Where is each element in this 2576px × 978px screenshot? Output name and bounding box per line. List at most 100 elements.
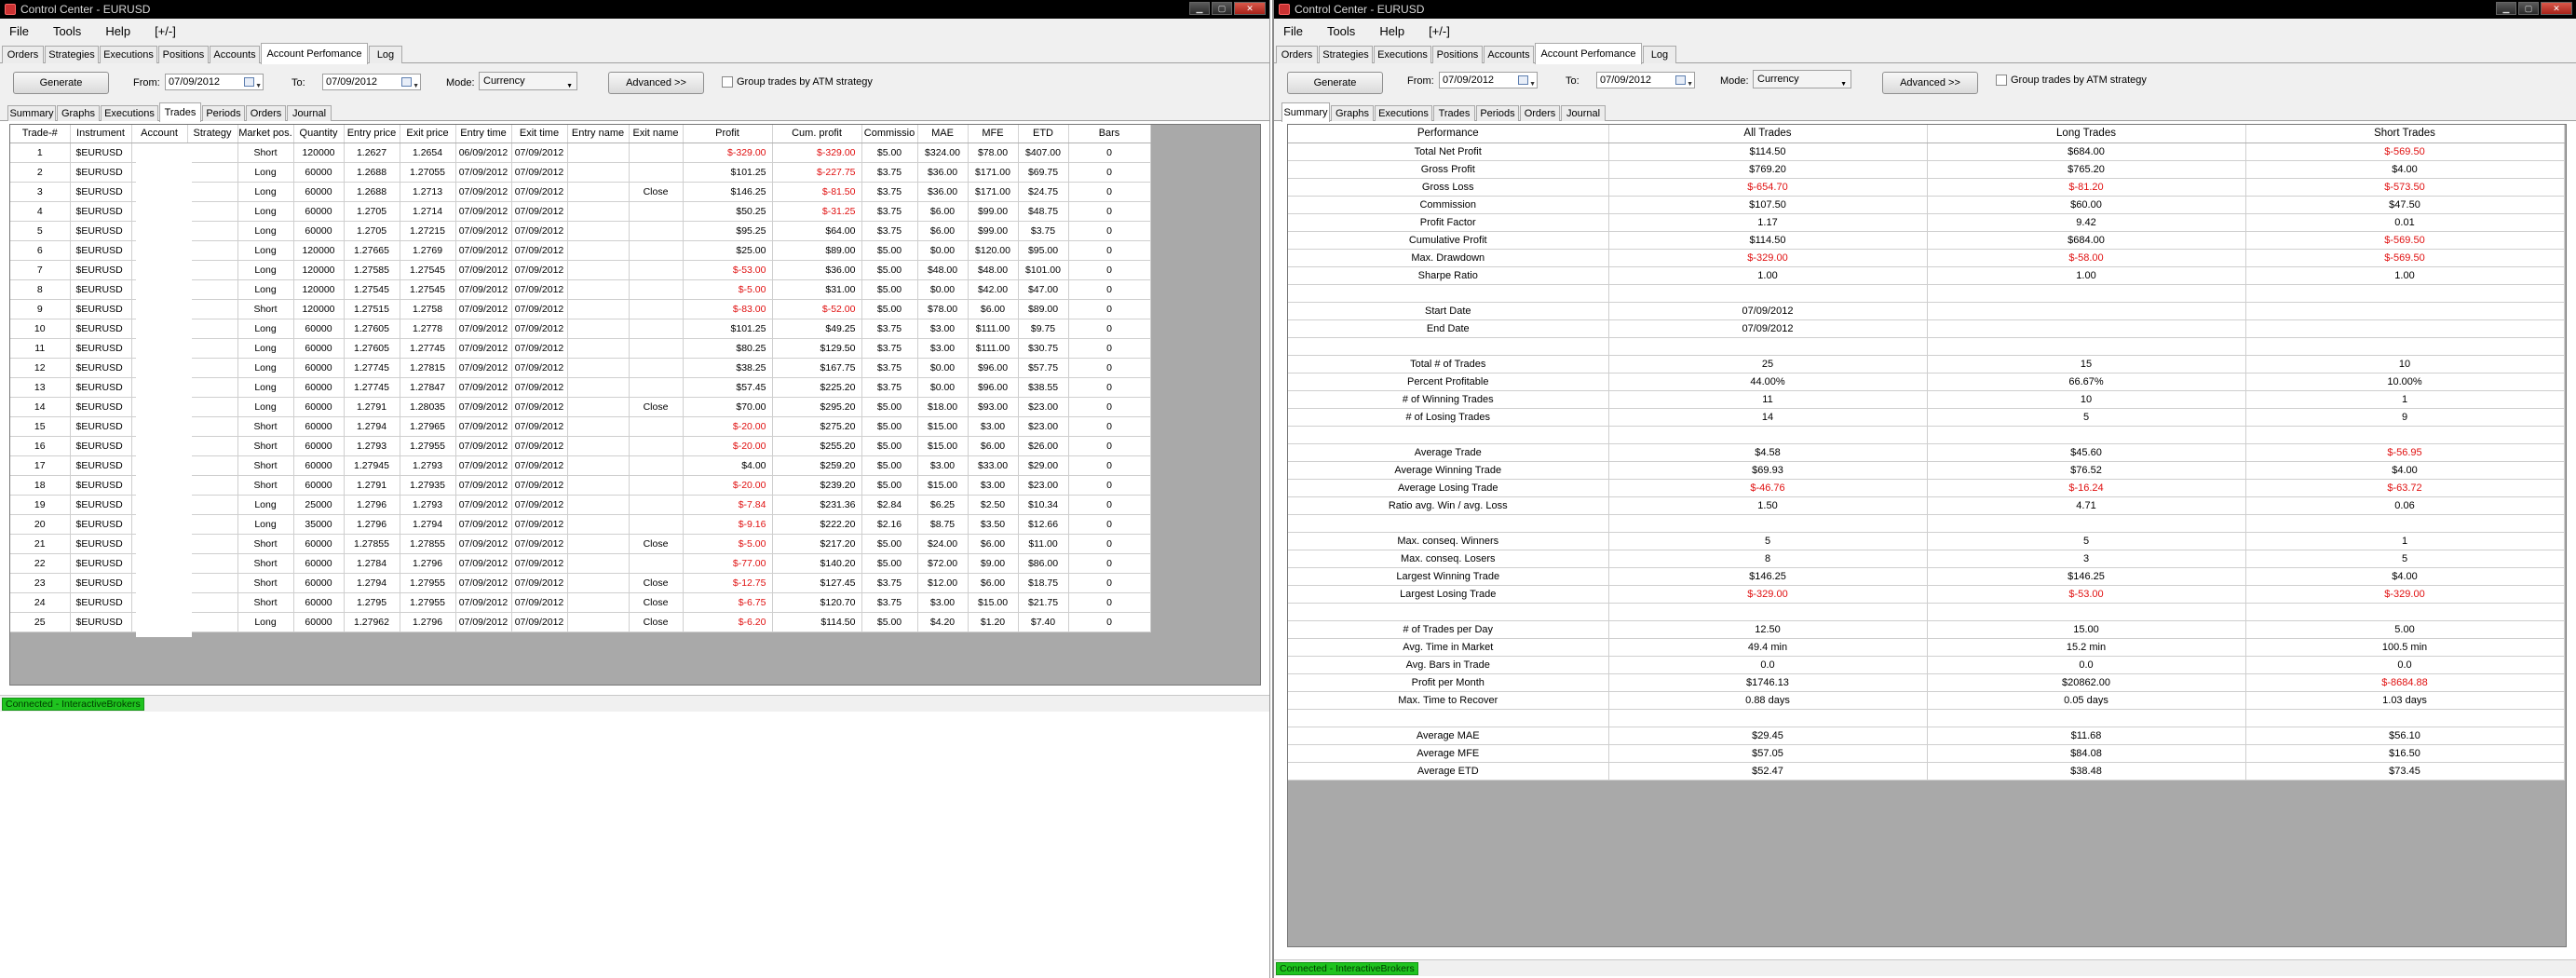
table-cell — [187, 377, 238, 398]
menu-toggle[interactable]: [+/-] — [155, 24, 176, 38]
minimize-icon[interactable]: ▁ — [1189, 2, 1210, 15]
column-header[interactable]: Exit name — [629, 125, 684, 143]
column-header[interactable]: Short Trades — [2245, 125, 2565, 143]
advanced-button[interactable]: Advanced >> — [1882, 72, 1978, 94]
tab-accounts[interactable]: Accounts — [1484, 46, 1534, 63]
tab-orders[interactable]: Orders — [2, 46, 44, 63]
subtab-graphs[interactable]: Graphs — [1331, 105, 1374, 121]
subtab-executions[interactable]: Executions — [101, 105, 158, 121]
table-cell: 1.27545 — [344, 279, 400, 300]
tab-strategies[interactable]: Strategies — [45, 46, 99, 63]
tab-positions[interactable]: Positions — [158, 46, 209, 63]
subtab-journal[interactable]: Journal — [1561, 105, 1606, 121]
table-row: Max. conseq. Winners 5 5 1 — [1288, 532, 2565, 550]
group-atm-label: Group trades by ATM strategy — [737, 76, 873, 88]
metric-value: $-8684.88 — [2245, 673, 2565, 692]
group-atm-checkbox[interactable] — [1996, 75, 2007, 86]
tab-executions[interactable]: Executions — [1374, 46, 1431, 63]
close-icon[interactable]: ✕ — [1234, 2, 1266, 15]
menu-toggle[interactable]: [+/-] — [1429, 24, 1450, 38]
to-date-picker[interactable]: 07/09/2012 ▼ — [322, 74, 421, 90]
group-atm-checkbox[interactable] — [722, 76, 733, 88]
subtab-summary[interactable]: Summary — [7, 105, 56, 121]
mode-select[interactable]: Currency ▼ — [479, 72, 577, 90]
close-icon[interactable]: ✕ — [2541, 2, 2572, 15]
menu-help[interactable]: Help — [105, 24, 130, 38]
subtab-orders[interactable]: Orders — [1520, 105, 1560, 121]
minimize-icon[interactable]: ▁ — [2496, 2, 2516, 15]
column-header[interactable]: Bars — [1068, 125, 1151, 143]
tab-account-performance[interactable]: Account Perfomance — [261, 43, 368, 64]
column-header[interactable]: MFE — [968, 125, 1019, 143]
tab-account-performance[interactable]: Account Perfomance — [1535, 43, 1642, 64]
subtab-trades[interactable]: Trades — [159, 102, 201, 122]
summary-grid[interactable]: Performance All Trades Long Trades Short Tr… — [1287, 124, 2567, 947]
column-header[interactable]: Strategy — [187, 125, 238, 143]
tab-executions[interactable]: Executions — [100, 46, 157, 63]
subtab-journal[interactable]: Journal — [287, 105, 332, 121]
column-header[interactable]: Entry time — [455, 125, 512, 143]
mode-select[interactable]: Currency ▼ — [1753, 70, 1851, 88]
advanced-button[interactable]: Advanced >> — [608, 72, 704, 94]
metric-value: $-46.76 — [1608, 479, 1928, 497]
metric-value: $4.58 — [1608, 443, 1928, 462]
column-header[interactable]: MAE — [917, 125, 969, 143]
table-cell: 07/09/2012 — [511, 573, 568, 593]
tab-log[interactable]: Log — [369, 46, 402, 63]
column-header[interactable]: Cum. profit — [772, 125, 862, 143]
maximize-icon[interactable]: ▢ — [1212, 2, 1232, 15]
column-header[interactable]: Exit time — [511, 125, 568, 143]
title-bar[interactable]: Control Center - EURUSD ▁ ▢ ✕ — [0, 0, 1269, 19]
to-date-picker[interactable]: 07/09/2012 ▼ — [1596, 72, 1695, 88]
title-bar[interactable]: Control Center - EURUSD ▁ ▢ ✕ — [1274, 0, 2576, 19]
column-header[interactable]: Market pos. — [237, 125, 294, 143]
table-cell: $-12.75 — [683, 573, 773, 593]
column-header[interactable]: Long Trades — [1927, 125, 2246, 143]
table-cell: 60000 — [293, 475, 345, 496]
menu-tools[interactable]: Tools — [53, 24, 81, 38]
subtab-periods[interactable]: Periods — [1476, 105, 1519, 121]
menu-help[interactable]: Help — [1379, 24, 1404, 38]
column-header[interactable]: Exit price — [400, 125, 456, 143]
column-header[interactable]: Quantity — [293, 125, 345, 143]
from-date-picker[interactable]: 07/09/2012 ▼ — [1439, 72, 1538, 88]
column-header[interactable]: Entry price — [344, 125, 400, 143]
table-cell: 0 — [1068, 182, 1151, 202]
from-date-picker[interactable]: 07/09/2012 ▼ — [165, 74, 264, 90]
tab-orders[interactable]: Orders — [1276, 46, 1318, 63]
table-cell: 120000 — [293, 279, 345, 300]
column-header[interactable]: ETD — [1018, 125, 1069, 143]
column-header[interactable]: Performance — [1288, 125, 1609, 143]
tab-log[interactable]: Log — [1643, 46, 1676, 63]
table-cell — [187, 319, 238, 339]
column-header[interactable]: Commissio — [861, 125, 918, 143]
table-cell: Long — [237, 514, 294, 535]
column-header[interactable]: All Trades — [1608, 125, 1928, 143]
trades-grid[interactable]: Trade-# Instrument Account Strategy Market p… — [9, 124, 1261, 686]
tab-accounts[interactable]: Accounts — [210, 46, 260, 63]
to-date-value: 07/09/2012 — [1600, 75, 1652, 86]
subtab-trades[interactable]: Trades — [1433, 105, 1475, 121]
from-date-value: 07/09/2012 — [169, 76, 221, 88]
tab-strategies[interactable]: Strategies — [1319, 46, 1373, 63]
metric-label: Average Trade — [1288, 443, 1609, 462]
menu-file[interactable]: File — [1283, 24, 1303, 38]
maximize-icon[interactable]: ▢ — [2518, 2, 2539, 15]
menu-tools[interactable]: Tools — [1327, 24, 1355, 38]
tab-positions[interactable]: Positions — [1432, 46, 1483, 63]
column-header[interactable]: Instrument — [70, 125, 132, 143]
column-header[interactable]: Entry name — [567, 125, 630, 143]
subtab-executions[interactable]: Executions — [1375, 105, 1432, 121]
generate-button[interactable]: Generate — [13, 72, 109, 94]
subtab-graphs[interactable]: Graphs — [57, 105, 100, 121]
generate-button[interactable]: Generate — [1287, 72, 1383, 94]
menu-file[interactable]: File — [9, 24, 29, 38]
column-header[interactable]: Profit — [683, 125, 773, 143]
column-header[interactable]: Account — [131, 125, 188, 143]
subtab-periods[interactable]: Periods — [202, 105, 245, 121]
subtab-summary[interactable]: Summary — [1281, 102, 1330, 122]
table-cell — [567, 592, 630, 613]
table-cell: 07/09/2012 — [511, 495, 568, 515]
column-header[interactable]: Trade-# — [10, 125, 71, 143]
subtab-orders[interactable]: Orders — [246, 105, 286, 121]
